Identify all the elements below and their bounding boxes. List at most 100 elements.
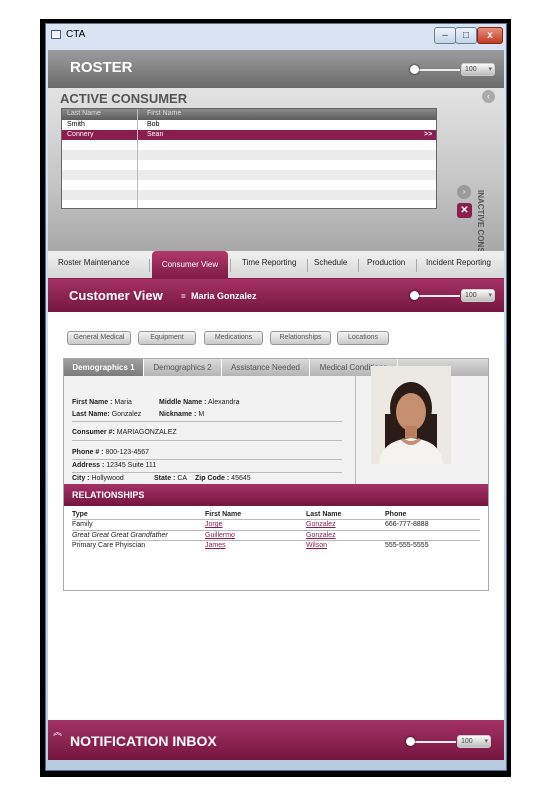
middle-name-field: Middle Name : Alexandra bbox=[159, 399, 240, 406]
title-separator: = bbox=[181, 292, 186, 301]
empty-row bbox=[62, 160, 436, 170]
roster-zoom-value: 100 bbox=[465, 66, 477, 73]
rel-type: Family bbox=[72, 521, 93, 528]
field-rule bbox=[72, 459, 342, 460]
customer-zoom-knob[interactable] bbox=[410, 291, 419, 300]
active-consumer-title: ACTIVE CONSUMER bbox=[60, 91, 188, 106]
tab-incident-reporting[interactable]: Incident Reporting bbox=[426, 258, 491, 267]
close-button[interactable]: x bbox=[477, 27, 503, 44]
chevron-down-icon: ▾ bbox=[484, 738, 488, 745]
client-area: ROSTER 100 ▾ ACTIVE CONSUMER ‹ Last Name … bbox=[48, 50, 504, 760]
col-type: Type bbox=[72, 511, 88, 518]
row-rule bbox=[72, 519, 480, 520]
notification-inbox-bar[interactable]: ︽ NOTIFICATION INBOX 100 ▾ bbox=[48, 720, 504, 760]
field-rule bbox=[72, 421, 342, 422]
roster-zoom-select[interactable]: 100 ▾ bbox=[461, 63, 495, 76]
main-tabs: Roster Maintenance Consumer View Time Re… bbox=[48, 251, 504, 279]
app-window: CTA – □ x ROSTER 100 ▾ ACTIVE CONSUMER ‹ … bbox=[45, 23, 507, 771]
collapse-arrow-icon[interactable]: ‹ bbox=[482, 90, 495, 103]
customer-view-header: Customer View = Maria Gonzalez 100 ▾ bbox=[48, 279, 504, 312]
tab-production[interactable]: Production bbox=[367, 258, 405, 267]
rel-first-link[interactable]: Guillermo bbox=[205, 532, 235, 539]
tab-schedule[interactable]: Schedule bbox=[314, 258, 347, 267]
roster-header: ROSTER 100 ▾ bbox=[48, 50, 504, 88]
tab-demographics-2[interactable]: Demographics 2 bbox=[144, 359, 222, 376]
table-header: Last Name First Name bbox=[62, 109, 436, 120]
remove-consumer-button[interactable]: ✕ bbox=[457, 203, 472, 218]
window-title: CTA bbox=[66, 29, 86, 40]
rel-type: Great Great Great Grandfather bbox=[72, 532, 168, 539]
active-consumer-table: Last Name First Name Smith Bob Connery S… bbox=[61, 108, 437, 209]
notification-inbox-title: NOTIFICATION INBOX bbox=[70, 733, 217, 749]
customer-zoom-select[interactable]: 100 ▾ bbox=[461, 289, 495, 302]
column-divider bbox=[137, 109, 138, 208]
row-marker-icon: >> bbox=[424, 131, 433, 138]
row-rule bbox=[72, 540, 480, 541]
roster-zoom-knob[interactable] bbox=[410, 65, 419, 74]
tab-demographics-1[interactable]: Demographics 1 bbox=[64, 359, 144, 376]
move-to-inactive-icon[interactable]: › bbox=[457, 185, 471, 199]
tab-time-reporting[interactable]: Time Reporting bbox=[242, 258, 296, 267]
rel-last-link[interactable]: Gonzalez bbox=[306, 521, 336, 528]
customer-view-title: Customer View bbox=[69, 288, 163, 303]
field-rule bbox=[72, 440, 342, 441]
rel-first-link[interactable]: Jorge bbox=[205, 521, 223, 528]
zip-field: Zip Code : 45645 bbox=[195, 475, 251, 482]
consumer-photo bbox=[371, 366, 451, 464]
notification-zoom-knob[interactable] bbox=[406, 737, 415, 746]
city-field: City : Hollywood bbox=[72, 475, 124, 482]
notification-zoom-value: 100 bbox=[461, 738, 473, 745]
maximize-button[interactable]: □ bbox=[455, 27, 477, 44]
table-row-selected[interactable]: Connery Sean >> bbox=[62, 130, 436, 140]
field-rule bbox=[72, 472, 342, 473]
roster-title: ROSTER bbox=[70, 59, 133, 76]
cell-first: Bob bbox=[147, 121, 160, 128]
tab-divider bbox=[230, 259, 231, 272]
empty-row bbox=[62, 180, 436, 190]
tab-assistance-needed[interactable]: Assistance Needed bbox=[222, 359, 310, 376]
chevron-up-icon[interactable]: ︽ bbox=[53, 725, 62, 738]
chevron-down-icon: ▾ bbox=[488, 292, 492, 299]
consumer-number-field: Consumer #: MARIAGONZALEZ bbox=[72, 429, 177, 436]
rel-last-link[interactable]: Wilson bbox=[306, 542, 327, 549]
equipment-button[interactable]: Equipment bbox=[138, 331, 196, 345]
rel-phone: 555-555-5555 bbox=[385, 542, 429, 549]
relationships-button[interactable]: Relationships bbox=[270, 331, 331, 345]
rel-first-link[interactable]: James bbox=[205, 542, 226, 549]
customer-zoom-value: 100 bbox=[465, 292, 477, 299]
rel-last-link[interactable]: Gonzalez bbox=[306, 532, 336, 539]
notification-zoom-select[interactable]: 100 ▾ bbox=[457, 735, 491, 748]
col-last-name: Last Name bbox=[306, 511, 342, 518]
tab-divider bbox=[358, 259, 359, 272]
col-first-name: First Name bbox=[205, 511, 242, 518]
title-bar: CTA – □ x bbox=[46, 24, 506, 46]
tab-roster-maintenance[interactable]: Roster Maintenance bbox=[58, 258, 130, 267]
state-field: State : CA bbox=[154, 475, 188, 482]
chevron-down-icon: ▾ bbox=[488, 66, 492, 73]
relationships-header: RELATIONSHIPS bbox=[64, 484, 488, 506]
cell-last: Smith bbox=[67, 121, 85, 128]
table-row[interactable]: Smith Bob bbox=[62, 120, 436, 130]
minimize-button[interactable]: – bbox=[434, 27, 456, 44]
nickname-field: Nickname : M bbox=[159, 411, 205, 418]
locations-button[interactable]: Locations bbox=[337, 331, 389, 345]
info-divider bbox=[355, 376, 356, 484]
empty-row bbox=[62, 170, 436, 180]
empty-row bbox=[62, 190, 436, 200]
address-field: Address : 12345 Suite 111 bbox=[72, 462, 157, 469]
empty-row bbox=[62, 150, 436, 160]
tab-divider bbox=[416, 259, 417, 272]
relationships-title: RELATIONSHIPS bbox=[72, 490, 145, 500]
general-medical-button[interactable]: General Medical bbox=[67, 331, 131, 345]
row-rule bbox=[72, 530, 480, 531]
col-last-name: Last Name bbox=[67, 110, 101, 117]
last-name-field: Last Name: Gonzalez bbox=[72, 411, 142, 418]
tab-divider bbox=[149, 259, 150, 272]
consumer-detail-card: Demographics 1 Demographics 2 Assistance… bbox=[63, 358, 489, 591]
medications-button[interactable]: Medications bbox=[204, 331, 263, 345]
tab-divider bbox=[307, 259, 308, 272]
rel-phone: 666-777-8888 bbox=[385, 521, 429, 528]
app-icon bbox=[51, 30, 61, 39]
tab-consumer-view[interactable]: Consumer View bbox=[152, 251, 228, 279]
cell-first: Sean bbox=[147, 131, 164, 138]
